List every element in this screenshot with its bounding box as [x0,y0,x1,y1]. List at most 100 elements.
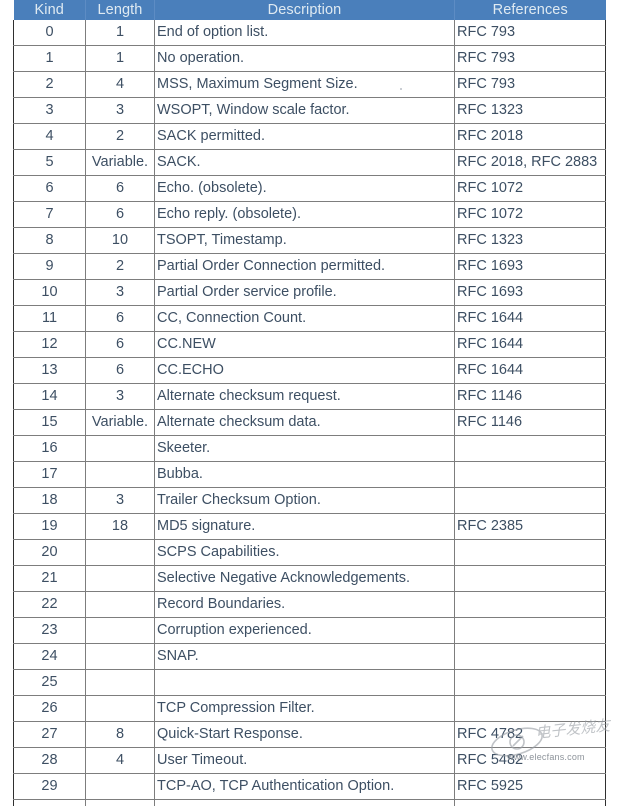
table-row[interactable]: 22Record Boundaries. [14,592,606,618]
cell-length: 3 [86,488,155,514]
table-row[interactable]: 136CC.ECHORFC 1644 [14,358,606,384]
table-row[interactable]: 42SACK permitted.RFC 2018 [14,124,606,150]
table-row[interactable]: 126CC.NEWRFC 1644 [14,332,606,358]
cell-description: SNAP. [155,644,455,670]
cell-kind: 15 [14,410,86,436]
cell-references: RFC 1644 [455,306,606,332]
cell-kind: 12 [14,332,86,358]
cell-description: WSOPT, Window scale factor. [155,98,455,124]
cell-references [455,462,606,488]
cell-kind: 27 [14,722,86,748]
cell-length: 6 [86,306,155,332]
table-row[interactable]: 1918MD5 signature.RFC 2385 [14,514,606,540]
cell-kind: 21 [14,566,86,592]
cell-references [455,644,606,670]
cell-kind: 24 [14,644,86,670]
table-row[interactable]: 5Variable.SACK.RFC 2018, RFC 2883 [14,150,606,176]
cell-references: RFC 793 [455,20,606,46]
cell-references: RFC 793 [455,46,606,72]
table-row-partial [14,800,606,806]
cell-length [86,462,155,488]
cell-length: 3 [86,384,155,410]
cell-kind: 11 [14,306,86,332]
cell-length [86,774,155,800]
cell-kind: 23 [14,618,86,644]
table-row[interactable]: 26TCP Compression Filter. [14,696,606,722]
table-row[interactable]: 66Echo. (obsolete).RFC 1072 [14,176,606,202]
cell-description: SACK permitted. [155,124,455,150]
cell-description: Alternate checksum request. [155,384,455,410]
cell-length [86,696,155,722]
cell-description: Partial Order service profile. [155,280,455,306]
cell-length: 2 [86,124,155,150]
table-row[interactable]: 01End of option list.RFC 793 [14,20,606,46]
table-body: 01End of option list.RFC 79311No operati… [14,20,606,806]
cell-length: 3 [86,280,155,306]
cell-description: End of option list. [155,20,455,46]
cell-kind: 9 [14,254,86,280]
cell-length: 2 [86,254,155,280]
cell-kind: 2 [14,72,86,98]
table-row[interactable]: 103Partial Order service profile.RFC 169… [14,280,606,306]
table-row[interactable]: 25 [14,670,606,696]
cell-kind: 8 [14,228,86,254]
cell-length [86,618,155,644]
table-row[interactable]: 20 SCPS Capabilities. [14,540,606,566]
cell-references [455,436,606,462]
cell-length: 4 [86,748,155,774]
table-row[interactable]: 116CC, Connection Count.RFC 1644 [14,306,606,332]
table-row[interactable]: 278Quick-Start Response.RFC 4782 [14,722,606,748]
cell-references [455,592,606,618]
cell-length [86,644,155,670]
table-row[interactable]: 76Echo reply. (obsolete).RFC 1072 [14,202,606,228]
cell-length [86,670,155,696]
column-header-length[interactable]: Length [86,0,155,20]
cell-references [455,566,606,592]
table-row[interactable]: 23Corruption experienced. [14,618,606,644]
cell-description: MSS, Maximum Segment Size. [155,72,455,98]
cell-references: RFC 1693 [455,254,606,280]
table-row[interactable]: 183Trailer Checksum Option. [14,488,606,514]
cell-description: SCPS Capabilities. [155,540,455,566]
table-row[interactable]: 11No operation.RFC 793 [14,46,606,72]
table-row[interactable]: 92Partial Order Connection permitted.RFC… [14,254,606,280]
cell-kind: 26 [14,696,86,722]
cell-empty [14,800,86,806]
table-row[interactable]: 143Alternate checksum request.RFC 1146 [14,384,606,410]
cell-empty [455,800,606,806]
print-artifact-dot [400,88,402,90]
cell-references: RFC 1323 [455,98,606,124]
cell-description: Skeeter. [155,436,455,462]
cell-references [455,696,606,722]
cell-description: CC, Connection Count. [155,306,455,332]
cell-references: RFC 2018, RFC 2883 [455,150,606,176]
cell-description: MD5 signature. [155,514,455,540]
table-row[interactable]: 17Bubba. [14,462,606,488]
cell-kind: 6 [14,176,86,202]
cell-kind: 28 [14,748,86,774]
cell-kind: 7 [14,202,86,228]
table-row[interactable]: 24MSS, Maximum Segment Size.RFC 793 [14,72,606,98]
table-row[interactable]: 29TCP-AO, TCP Authentication Option.RFC … [14,774,606,800]
page-root: Kind Length Description References 01End… [0,0,631,774]
cell-empty [155,800,455,806]
column-header-kind[interactable]: Kind [14,0,86,20]
cell-kind: 10 [14,280,86,306]
column-header-references[interactable]: References [455,0,606,20]
cell-length: 8 [86,722,155,748]
column-header-description[interactable]: Description [155,0,455,20]
cell-length: 1 [86,20,155,46]
cell-kind: 16 [14,436,86,462]
table-row[interactable]: 33WSOPT, Window scale factor.RFC 1323 [14,98,606,124]
cell-description: Echo. (obsolete). [155,176,455,202]
cell-kind: 20 [14,540,86,566]
table-row[interactable]: 21Selective Negative Acknowledgements. [14,566,606,592]
cell-description: Quick-Start Response. [155,722,455,748]
table-row[interactable]: 16 Skeeter. [14,436,606,462]
cell-references: RFC 793 [455,72,606,98]
table-row[interactable]: 810TSOPT, Timestamp.RFC 1323 [14,228,606,254]
table-row[interactable]: 24 SNAP. [14,644,606,670]
cell-description: TSOPT, Timestamp. [155,228,455,254]
cell-description: Bubba. [155,462,455,488]
table-row[interactable]: 15Variable.Alternate checksum data.RFC 1… [14,410,606,436]
